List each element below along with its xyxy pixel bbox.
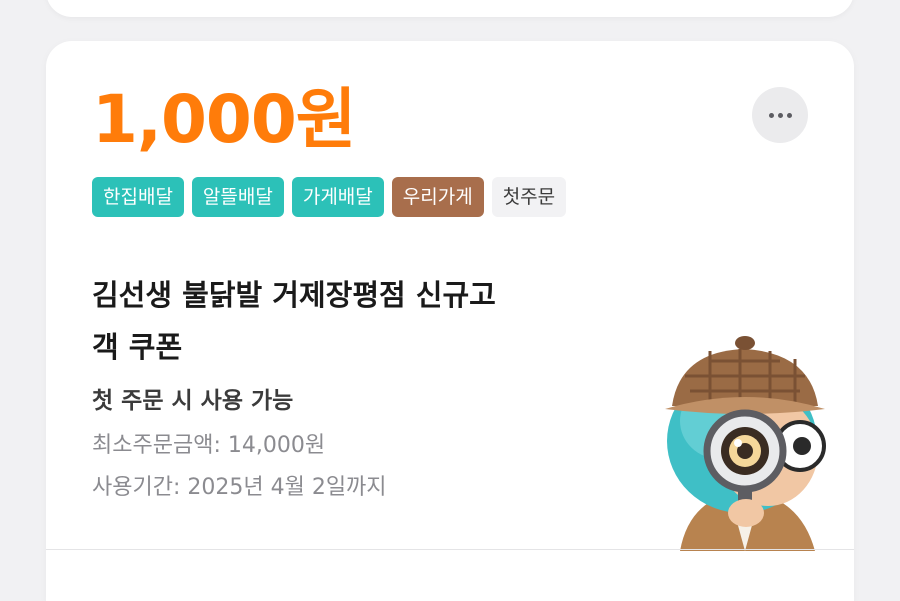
delivery-tags: 한집배달 알뜰배달 가게배달 우리가게 첫주문 xyxy=(92,177,567,217)
previous-coupon-card xyxy=(46,0,854,17)
tag-first-order: 첫주문 xyxy=(491,177,567,217)
coupon-card[interactable]: 1,000원 한집배달 알뜰배달 가게배달 우리가게 첫주문 김선생 불닭발 거… xyxy=(46,41,854,601)
usage-condition: 첫 주문 시 사용 가능 xyxy=(92,388,294,414)
coupon-title-line2: 객 쿠폰 xyxy=(92,330,183,364)
coupon-title-line1: 김선생 불닭발 거제장평점 신규고 xyxy=(92,278,496,312)
more-horizontal-icon xyxy=(777,112,783,118)
detective-mascot-image xyxy=(665,336,826,551)
tag-our-store: 우리가게 xyxy=(391,177,484,217)
more-horizontal-icon xyxy=(768,112,774,118)
coupon-title: 김선생 불닭발 거제장평점 신규고 객 쿠폰 xyxy=(92,269,592,373)
more-options-button[interactable] xyxy=(752,87,808,143)
minimum-order-amount: 최소주문금액: 14,000원 xyxy=(92,433,326,458)
tag-store-delivery: 가게배달 xyxy=(291,177,384,217)
usage-period: 사용기간: 2025년 4월 2일까지 xyxy=(92,475,387,500)
tag-hanjip-delivery: 한집배달 xyxy=(92,177,184,217)
coupon-amount: 1,000원 xyxy=(92,81,356,158)
more-horizontal-icon xyxy=(786,112,792,118)
tag-alttteul-delivery: 알뜰배달 xyxy=(191,177,284,217)
card-divider xyxy=(46,549,854,550)
